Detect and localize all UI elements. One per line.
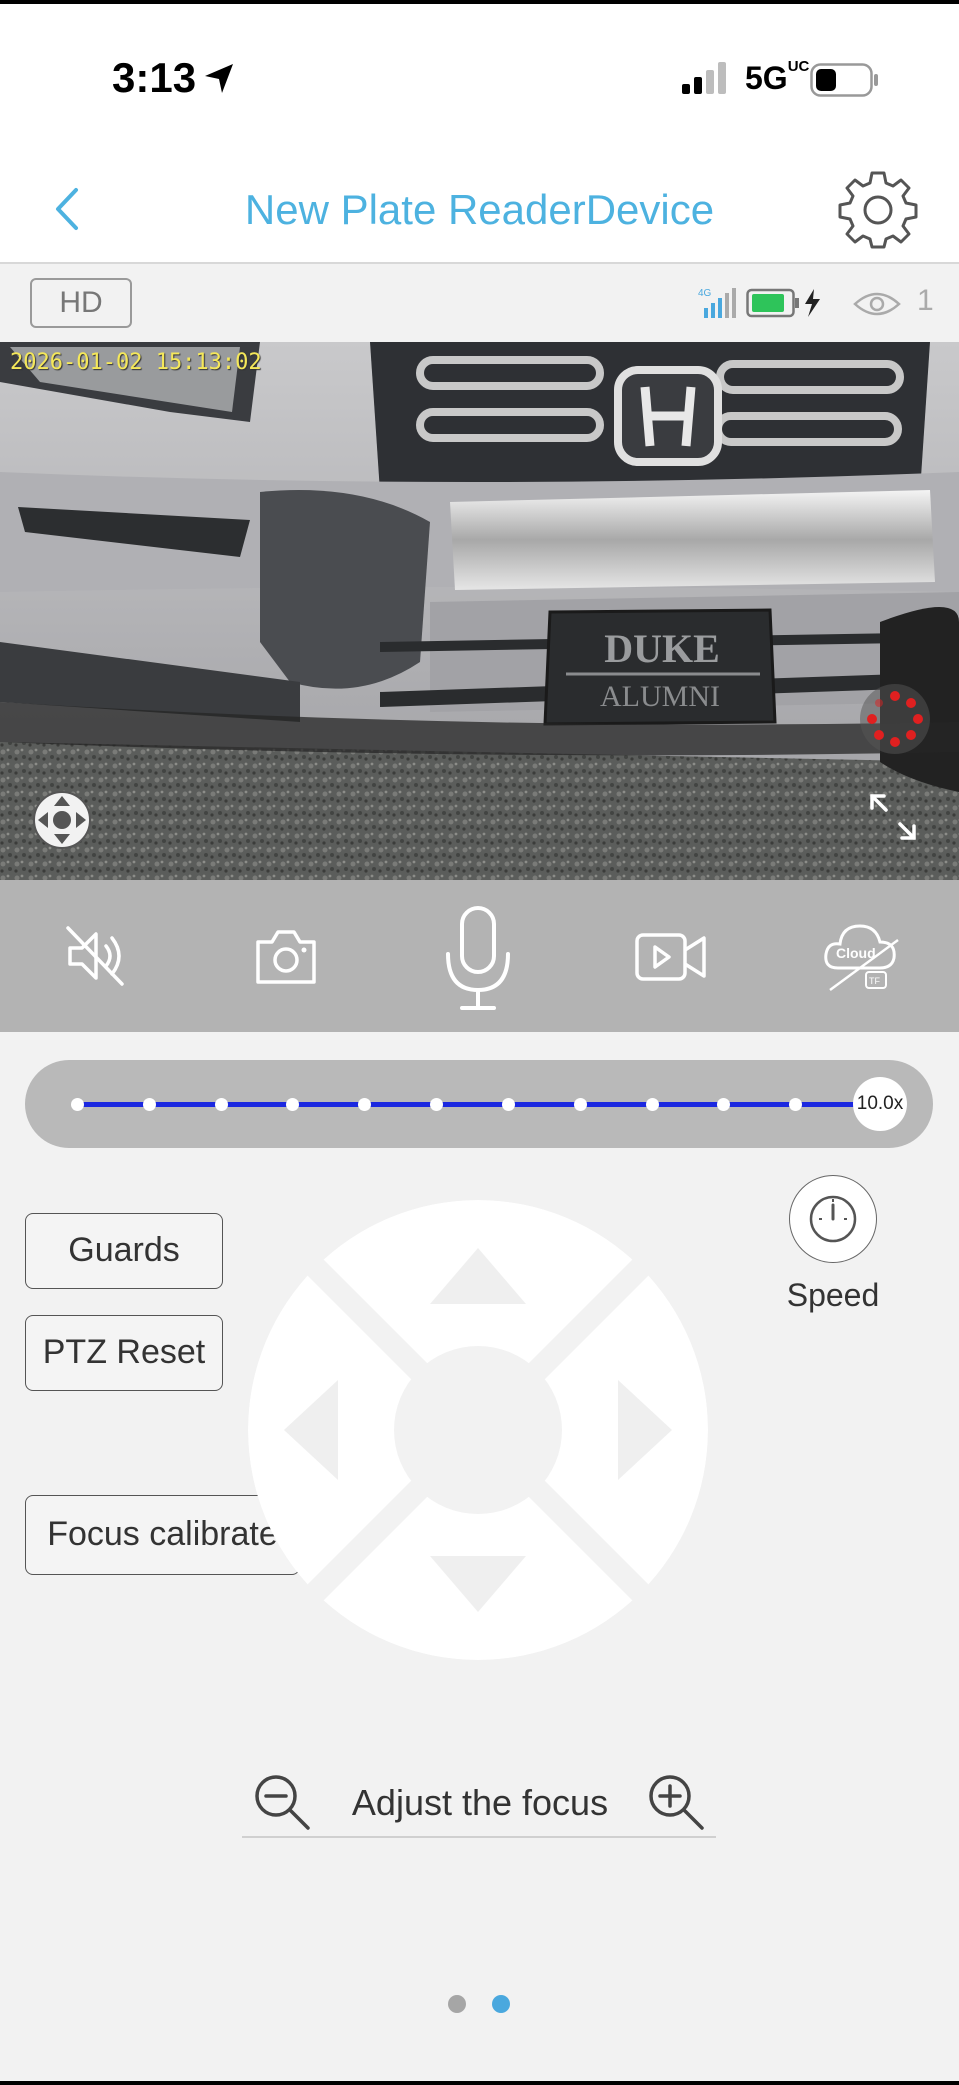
speed-button[interactable] [789,1175,877,1263]
svg-text:TF: TF [869,976,880,986]
cellular-4g-icon: 4G [698,288,736,318]
status-bar: 3:13 5GUC [0,4,959,154]
zoom-slider-handle[interactable]: 10.0x [853,1077,907,1131]
zoom-step-dot[interactable] [501,1098,515,1111]
viewer-count: 1 [917,284,934,317]
zoom-step-dot[interactable] [214,1098,228,1111]
frame-bottom-border [0,2081,959,2085]
fullscreen-icon[interactable] [868,792,918,842]
zoom-in-icon[interactable] [646,1772,706,1832]
zoom-step-dot[interactable] [789,1098,803,1111]
guards-button[interactable]: Guards [25,1213,223,1289]
camera-icon[interactable] [254,928,318,986]
gear-icon[interactable] [838,170,918,250]
zoom-out-icon[interactable] [252,1772,312,1832]
live-video-view[interactable]: DUKE ALUMNI 2026-01-02 15:13:02 [0,342,959,880]
location-arrow-icon [205,64,233,93]
nav-header: New Plate ReaderDevice [0,154,959,264]
cell-signal-icon [682,62,726,94]
page-title: New Plate ReaderDevice [244,186,715,233]
page-indicator-dot[interactable] [448,1995,466,2013]
cloud-icon[interactable]: Cloud TF [822,920,902,994]
zoom-slider[interactable]: 10.0x [25,1060,933,1148]
focus-adjust-row: Adjust the focus [242,1768,716,1838]
video-record-icon[interactable] [634,932,708,982]
loading-spinner-icon [860,684,930,754]
zoom-step-dot[interactable] [430,1098,444,1111]
zoom-step-dot[interactable] [645,1098,659,1111]
speedometer-icon [809,1195,856,1242]
zoom-step-dot[interactable] [71,1098,84,1111]
microphone-icon[interactable] [444,904,512,1014]
network-type: 5GUC [745,58,810,96]
zoom-step-dot[interactable] [286,1098,300,1111]
svg-text:DUKE: DUKE [604,626,720,671]
ptz-direction-pad [248,1200,708,1660]
page-indicator-dot-active[interactable] [492,1995,510,2013]
media-toolbar: Cloud TF [0,880,959,1032]
ptz-reset-button[interactable]: PTZ Reset [25,1315,223,1391]
eye-icon [853,292,901,316]
camera-feed-image: DUKE ALUMNI [0,342,959,880]
status-time: 3:13 [112,54,197,101]
osd-timestamp: 2026-01-02 15:13:02 [10,350,262,375]
video-info-bar: HD 4G 1 [0,264,959,342]
svg-text:ALUMNI: ALUMNI [600,680,720,713]
zoom-step-dot[interactable] [573,1098,587,1111]
ptz-toggle-icon[interactable] [32,790,92,850]
adjust-focus-label: Adjust the focus [351,1782,609,1823]
camera-battery-icon [746,288,820,318]
battery-icon [810,63,878,97]
speed-label: Speed [786,1277,880,1313]
zoom-step-dot[interactable] [358,1098,372,1111]
zoom-step-dot[interactable] [142,1098,156,1111]
quality-button[interactable]: HD [30,278,132,328]
svg-text:4G: 4G [698,288,712,299]
zoom-track [77,1102,877,1107]
speaker-muted-icon[interactable] [64,924,128,988]
svg-text:Cloud: Cloud [836,945,876,961]
zoom-step-dot[interactable] [717,1098,731,1111]
